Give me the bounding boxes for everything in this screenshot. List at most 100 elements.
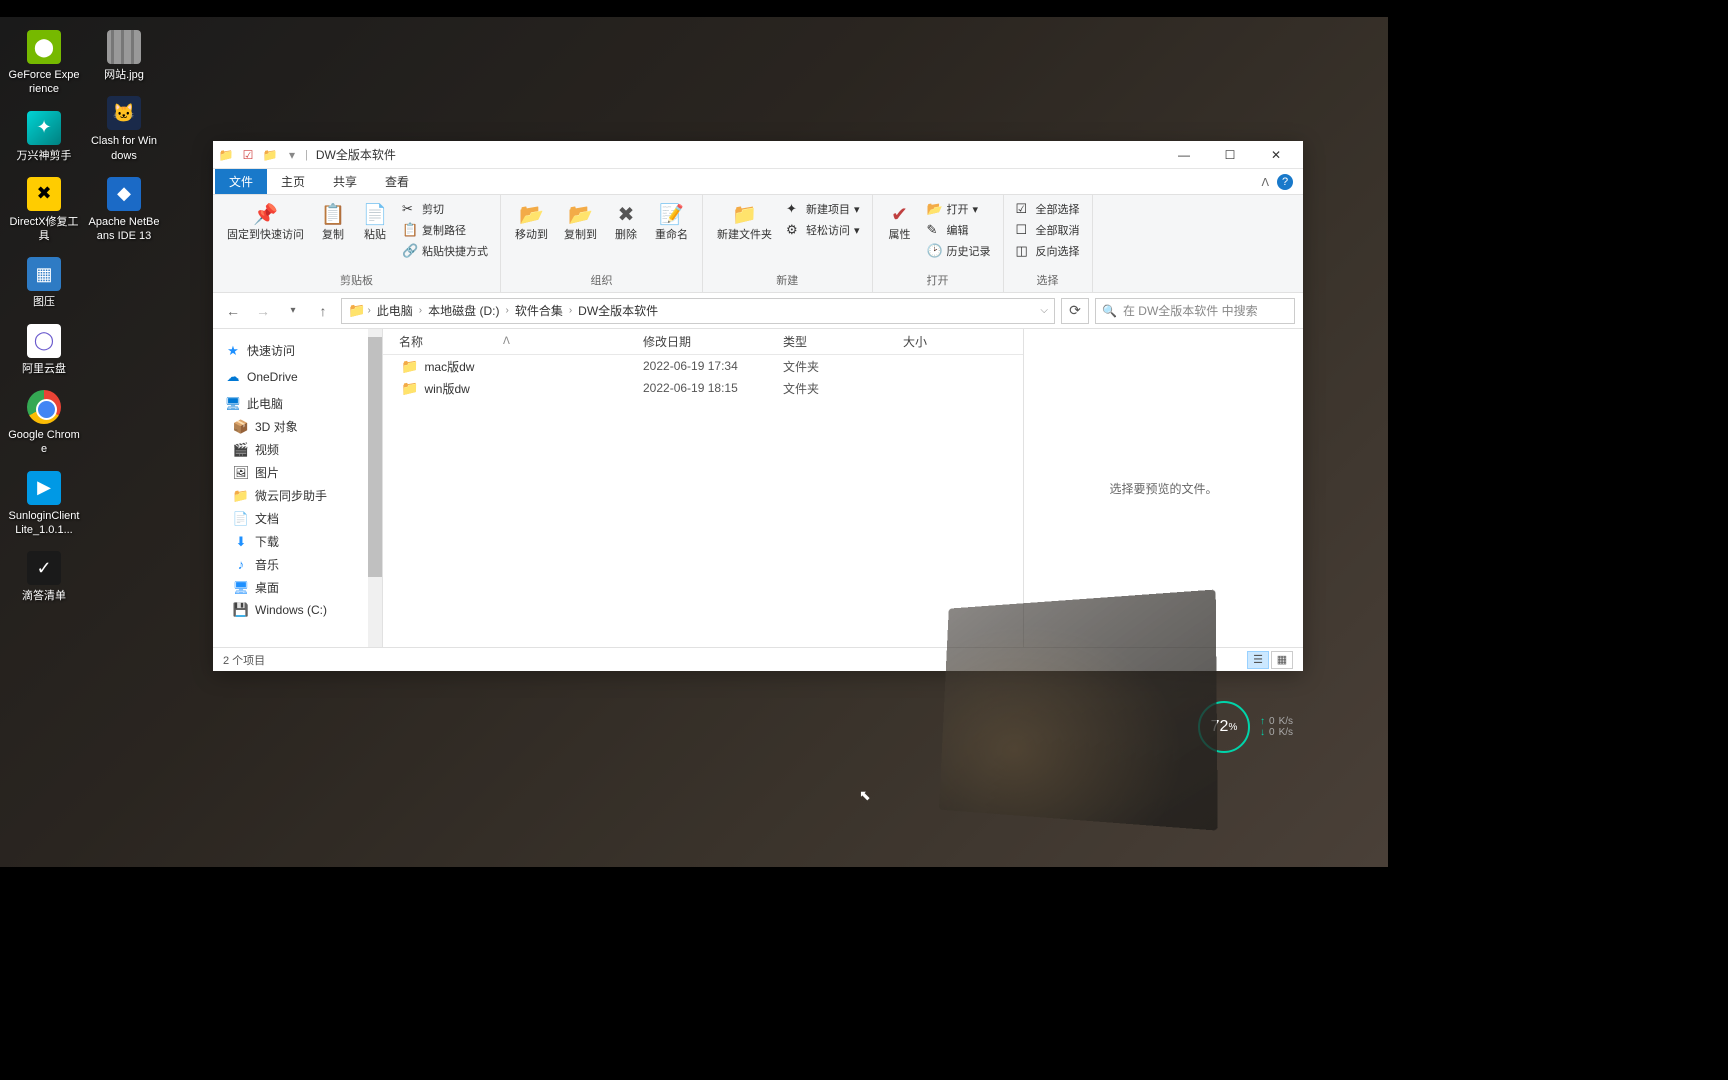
- col-name-header[interactable]: 名称ᐱ: [383, 333, 643, 350]
- refresh-button[interactable]: ⟳: [1061, 298, 1089, 324]
- titlebar[interactable]: 📁 ☑ 📁 ▾ | DW全版本软件 — ☐ ✕: [213, 141, 1303, 169]
- invert-selection-button[interactable]: ◫反向选择: [1012, 241, 1084, 261]
- nav-pic-label: 图片: [255, 464, 279, 481]
- desktop-icon[interactable]: 🐱Clash for Windows: [85, 93, 163, 166]
- app-icon: ▶: [27, 471, 61, 505]
- nav-pictures[interactable]: 🖼 图片: [213, 461, 382, 484]
- desktop-icon[interactable]: ◆Apache NetBeans IDE 13: [85, 174, 163, 247]
- search-input[interactable]: 🔍 在 DW全版本软件 中搜索: [1095, 298, 1295, 324]
- col-date-header[interactable]: 修改日期: [643, 333, 783, 350]
- tab-file[interactable]: 文件: [215, 169, 267, 194]
- nav-scroll-thumb[interactable]: [368, 337, 382, 577]
- back-button[interactable]: ←: [221, 299, 245, 323]
- new-folder-button[interactable]: 📁新建文件夹: [711, 199, 778, 244]
- clipboard-group-label: 剪贴板: [221, 270, 492, 290]
- nav-this-pc[interactable]: 🖥此电脑: [213, 392, 382, 415]
- maximize-button[interactable]: ☐: [1207, 141, 1253, 169]
- forward-button[interactable]: →: [251, 299, 275, 323]
- desktop-icons-col1: ⬤GeForce Experience ✦万兴神剪手 ✖DirectX修复工具 ▦图压…: [5, 27, 83, 607]
- desktop-icon[interactable]: 网站.jpg: [85, 27, 163, 85]
- newitem-label: 新建项目: [806, 201, 850, 217]
- desktop-icon[interactable]: ▦图压: [5, 254, 83, 312]
- rename-button[interactable]: 📝重命名: [649, 199, 694, 244]
- tab-share[interactable]: 共享: [319, 169, 371, 194]
- details-view-button[interactable]: ☰: [1247, 651, 1269, 669]
- nav-videos[interactable]: 🎬视频: [213, 438, 382, 461]
- help-icon[interactable]: ?: [1277, 174, 1293, 190]
- select-all-button[interactable]: ☑全部选择: [1012, 199, 1084, 219]
- copy-button[interactable]: 📋复制: [314, 199, 352, 244]
- minimize-button[interactable]: —: [1161, 141, 1207, 169]
- tab-home[interactable]: 主页: [267, 169, 319, 194]
- icons-view-button[interactable]: ▦: [1271, 651, 1293, 669]
- ribbon-collapse-icon[interactable]: ᐱ: [1261, 176, 1269, 189]
- file-row[interactable]: 📁mac版dw2022-06-19 17:34文件夹: [383, 355, 1023, 377]
- icon-label: SunloginClientLite_1.0.1...: [8, 509, 80, 538]
- breadcrumb-2[interactable]: 软件合集: [511, 302, 567, 319]
- nav-downloads[interactable]: ⬇下载: [213, 530, 382, 553]
- open-button[interactable]: 📂打开 ▾: [923, 199, 995, 219]
- paste-shortcut-button[interactable]: 🔗粘贴快捷方式: [398, 241, 492, 261]
- nav-quick-access[interactable]: ★快速访问: [213, 339, 382, 362]
- invert-label: 反向选择: [1036, 243, 1080, 259]
- qa-dropdown[interactable]: ▾: [283, 146, 301, 164]
- pic-icon: 🖼: [233, 465, 249, 481]
- nav-scrollbar[interactable]: [368, 329, 382, 647]
- app-icon: ◆: [107, 177, 141, 211]
- move-to-button[interactable]: 📂移动到: [509, 199, 554, 244]
- easy-access-button[interactable]: ⚙轻松访问 ▾: [782, 220, 864, 240]
- delete-label: 删除: [615, 229, 637, 242]
- cut-button[interactable]: ✂剪切: [398, 199, 492, 219]
- nav-3d-label: 3D 对象: [255, 418, 298, 435]
- pin-quick-access-button[interactable]: 📌固定到快速访问: [221, 199, 310, 244]
- close-button[interactable]: ✕: [1253, 141, 1299, 169]
- desktop-icon[interactable]: ✦万兴神剪手: [5, 108, 83, 166]
- status-bar: 2 个项目 ☰ ▦: [213, 647, 1303, 671]
- easy-icon: ⚙: [786, 222, 802, 238]
- tab-view[interactable]: 查看: [371, 169, 423, 194]
- qa-icon1[interactable]: ☑: [239, 146, 257, 164]
- download-value: 0: [1269, 727, 1275, 738]
- copy-to-button[interactable]: 📂复制到: [558, 199, 603, 244]
- nav-3d-objects[interactable]: 📦3D 对象: [213, 415, 382, 438]
- nav-documents[interactable]: 📄文档: [213, 507, 382, 530]
- file-rows: 📁mac版dw2022-06-19 17:34文件夹📁win版dw2022-06…: [383, 355, 1023, 647]
- copy-path-button[interactable]: 📋复制路径: [398, 220, 492, 240]
- desktop-icon[interactable]: ▶ SunloginClientLite_1.0.1...: [5, 468, 83, 541]
- desktop-icon[interactable]: ✓滴答清单: [5, 548, 83, 606]
- file-row[interactable]: 📁win版dw2022-06-19 18:15文件夹: [383, 377, 1023, 399]
- pc-icon: 🖥: [225, 396, 241, 412]
- col-size-header[interactable]: 大小: [903, 333, 983, 350]
- properties-button[interactable]: ✔属性: [881, 199, 919, 244]
- new-group-label: 新建: [711, 270, 864, 290]
- breadcrumb-0[interactable]: 此电脑: [373, 302, 417, 319]
- col-type-header[interactable]: 类型: [783, 333, 903, 350]
- open-label: 打开: [947, 201, 969, 217]
- nav-weiyun[interactable]: 📁微云同步助手: [213, 484, 382, 507]
- icon-label: Google Chrome: [8, 428, 80, 457]
- addr-dropdown-icon[interactable]: ⌵: [1040, 305, 1048, 316]
- nav-desktop[interactable]: 🖥桌面: [213, 576, 382, 599]
- delete-button[interactable]: ✖删除: [607, 199, 645, 244]
- nav-windows-c[interactable]: 💾Windows (C:): [213, 599, 382, 621]
- app-icon: ▦: [27, 257, 61, 291]
- edit-button[interactable]: ✎编辑: [923, 220, 995, 240]
- nav-onedrive[interactable]: ☁OneDrive: [213, 366, 382, 388]
- breadcrumb-3[interactable]: DW全版本软件: [574, 302, 662, 319]
- paste-label: 粘贴: [364, 229, 386, 242]
- breadcrumb-bar[interactable]: 📁 › 此电脑› 本地磁盘 (D:)› 软件合集› DW全版本软件 ⌵: [341, 298, 1055, 324]
- desktop-icon[interactable]: Google Chrome: [5, 387, 83, 460]
- nav-music[interactable]: ♪音乐: [213, 553, 382, 576]
- desktop-icon[interactable]: ◯阿里云盘: [5, 321, 83, 379]
- recent-dropdown[interactable]: ▾: [281, 299, 305, 323]
- system-monitor-widget[interactable]: 72% ↑ 0K/s ↓ 0K/s: [1198, 697, 1318, 757]
- desktop-icon[interactable]: ⬤GeForce Experience: [5, 27, 83, 100]
- up-button[interactable]: ↑: [311, 299, 335, 323]
- desktop-icon[interactable]: ✖DirectX修复工具: [5, 174, 83, 247]
- select-none-button[interactable]: ☐全部取消: [1012, 220, 1084, 240]
- breadcrumb-1[interactable]: 本地磁盘 (D:): [424, 302, 503, 319]
- history-button[interactable]: 🕑历史记录: [923, 241, 995, 261]
- net-stats: ↑ 0K/s ↓ 0K/s: [1260, 716, 1293, 738]
- new-item-button[interactable]: ✦新建项目 ▾: [782, 199, 864, 219]
- paste-button[interactable]: 📄粘贴: [356, 199, 394, 244]
